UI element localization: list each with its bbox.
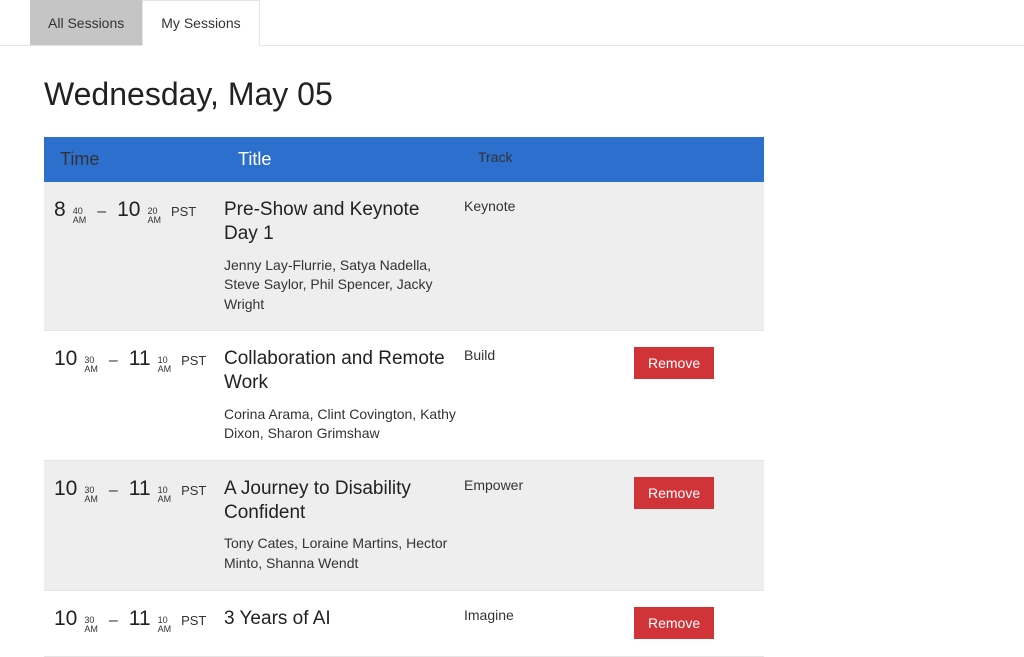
action-cell: Remove xyxy=(634,607,764,641)
content-area: Wednesday, May 05 Time Title Track 8 40AM… xyxy=(0,46,1024,657)
end-hour: 11 xyxy=(129,477,151,501)
schedule-table: Time Title Track 840AM–1020AMPSTPre-Show… xyxy=(44,137,764,657)
remove-button[interactable]: Remove xyxy=(634,347,714,379)
start-hour: 10 xyxy=(54,607,77,631)
start-hour: 8 xyxy=(54,198,66,222)
session-title[interactable]: 3 Years of AI xyxy=(224,607,456,631)
end-hour: 10 xyxy=(117,198,140,222)
start-hour: 10 xyxy=(54,347,77,371)
table-row: 10 30AM–11 10AM PST Collaboration and Remote… xyxy=(44,331,764,461)
track-cell: Imagine xyxy=(464,607,634,641)
table-row: 10 30AM–11 10AM PST A Journey to Disability … xyxy=(44,461,764,591)
time-cell: 10 30AM–11 10AM PST xyxy=(44,607,224,641)
session-speakers: Tony Cates, Loraine Martins, Hector Mint… xyxy=(224,534,456,573)
timezone: PST xyxy=(171,204,196,219)
day-heading: Wednesday, May 05 xyxy=(44,76,994,113)
start-min-ampm: 30AM xyxy=(84,616,98,634)
header-track: Track xyxy=(464,137,634,182)
end-hour: 11 xyxy=(129,347,151,371)
table-row: 10 30AM–11 10AM PST 3 Years of AI ImagineRemo… xyxy=(44,591,764,657)
track-cell: Build xyxy=(464,347,634,444)
time-cell: 10 30AM–11 10AM PST xyxy=(44,347,224,444)
time-dash: – xyxy=(109,352,118,370)
session-speakers: Corina Arama, Clint Covington, Kathy Dix… xyxy=(224,405,456,444)
header-title: Title xyxy=(224,137,464,182)
table-header: Time Title Track xyxy=(44,137,764,182)
action-cell: Remove xyxy=(634,347,764,444)
end-hour: 11 xyxy=(129,607,151,631)
session-title[interactable]: A Journey to Disability Confident xyxy=(224,477,456,525)
timezone: PST xyxy=(181,613,206,628)
timezone: PST xyxy=(181,483,206,498)
end-min-ampm: 10AM xyxy=(158,616,172,634)
timezone: PST xyxy=(181,353,206,368)
start-min-ampm: 30AM xyxy=(84,486,98,504)
end-min-ampm: 10AM xyxy=(158,486,172,504)
session-speakers: Jenny Lay-Flurrie, Satya Nadella, Steve … xyxy=(224,256,456,315)
start-min-ampm: 30AM xyxy=(84,356,98,374)
table-row: 8 40AM–10 20AM PST Pre-Show and Keynote Day … xyxy=(44,182,764,331)
time-dash: – xyxy=(109,612,118,630)
session-title[interactable]: Pre-Show and Keynote Day 1 xyxy=(224,198,456,246)
time-dash: – xyxy=(109,482,118,500)
start-hour: 10 xyxy=(54,477,77,501)
action-cell xyxy=(634,198,764,314)
end-min-ampm: 20AM xyxy=(147,207,161,225)
track-cell: Keynote xyxy=(464,198,634,314)
title-cell: A Journey to Disability Confident Tony Ca… xyxy=(224,477,464,574)
session-title[interactable]: Collaboration and Remote Work xyxy=(224,347,456,395)
tab-all-sessions[interactable]: All Sessions xyxy=(30,0,142,45)
remove-button[interactable]: Remove xyxy=(634,477,714,509)
end-min-ampm: 10AM xyxy=(158,356,172,374)
time-cell: 10 30AM–11 10AM PST xyxy=(44,477,224,574)
tabs-bar: All Sessions My Sessions xyxy=(0,0,1024,46)
title-cell: 3 Years of AI xyxy=(224,607,464,641)
remove-button[interactable]: Remove xyxy=(634,607,714,639)
time-cell: 8 40AM–10 20AM PST xyxy=(44,198,224,314)
title-cell: Collaboration and Remote Work Corina Aram… xyxy=(224,347,464,444)
title-cell: Pre-Show and Keynote Day 1 Jenny Lay-Flur… xyxy=(224,198,464,314)
tab-my-sessions[interactable]: My Sessions xyxy=(142,0,259,46)
header-action xyxy=(634,137,764,182)
track-cell: Empower xyxy=(464,477,634,574)
action-cell: Remove xyxy=(634,477,764,574)
start-min-ampm: 40AM xyxy=(73,207,87,225)
time-dash: – xyxy=(97,203,106,221)
header-time: Time xyxy=(44,137,224,182)
